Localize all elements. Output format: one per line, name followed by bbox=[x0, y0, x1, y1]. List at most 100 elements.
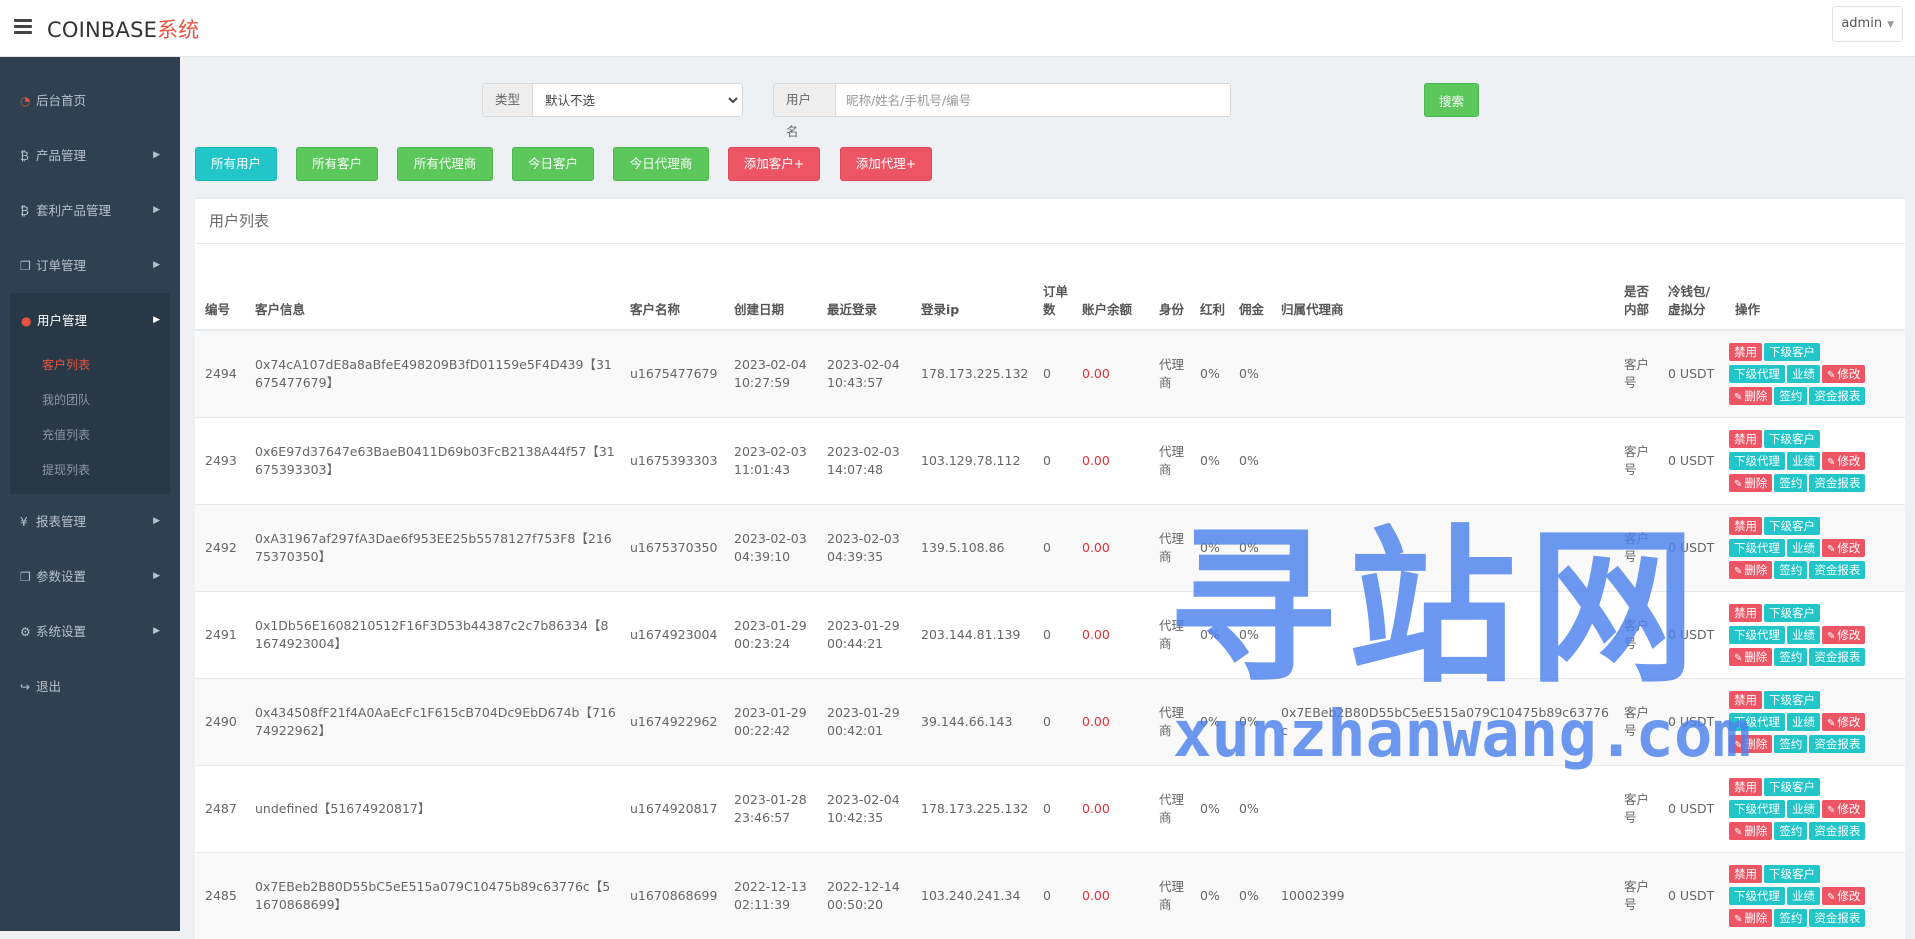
edit-button[interactable]: ✎ 修改 bbox=[1822, 364, 1866, 383]
sign-button[interactable]: 签约 bbox=[1774, 386, 1808, 405]
col-ip[interactable]: 登录ip bbox=[911, 244, 1033, 331]
cell-ip: 139.5.108.86 bbox=[911, 504, 1033, 592]
col-last-login[interactable]: 最近登录 bbox=[817, 244, 911, 331]
search-button[interactable]: 搜索 bbox=[1424, 83, 1479, 117]
sub-agent-button[interactable]: 下级代理 bbox=[1729, 799, 1785, 818]
sub-agent-button[interactable]: 下级代理 bbox=[1729, 712, 1785, 731]
fund-report-button[interactable]: 资金报表 bbox=[1809, 473, 1866, 492]
edit-button[interactable]: ✎ 修改 bbox=[1822, 625, 1866, 644]
sign-button[interactable]: 签约 bbox=[1774, 821, 1808, 840]
col-balance[interactable]: 账户余额 bbox=[1072, 244, 1149, 331]
cell-name: u1675477679 bbox=[620, 330, 724, 418]
col-name[interactable]: 客户名称 bbox=[620, 244, 724, 331]
delete-button[interactable]: ✎ 删除 bbox=[1729, 386, 1773, 405]
col-orders[interactable]: 订单数 bbox=[1033, 244, 1072, 331]
sign-button[interactable]: 签约 bbox=[1774, 734, 1808, 753]
edit-button[interactable]: ✎ 修改 bbox=[1822, 886, 1866, 905]
sub-customer-button[interactable]: 下级客户 bbox=[1764, 690, 1820, 709]
type-select[interactable]: 默认不选 bbox=[533, 84, 742, 116]
disable-button[interactable]: 禁用 bbox=[1729, 603, 1762, 622]
performance-button[interactable]: 业绩 bbox=[1787, 712, 1820, 731]
cell-name: u1670868699 bbox=[620, 852, 724, 939]
edit-button[interactable]: ✎ 修改 bbox=[1822, 712, 1866, 731]
add-agent-button[interactable]: 添加代理+ bbox=[840, 147, 932, 181]
sub-customer-button[interactable]: 下级客户 bbox=[1764, 777, 1820, 796]
performance-button[interactable]: 业绩 bbox=[1787, 625, 1820, 644]
col-internal[interactable]: 是否内部 bbox=[1614, 244, 1658, 331]
edit-button[interactable]: ✎ 修改 bbox=[1822, 538, 1866, 557]
sub-customer-button[interactable]: 下级客户 bbox=[1764, 516, 1820, 535]
all-agents-button[interactable]: 所有代理商 bbox=[397, 147, 493, 181]
fund-report-button[interactable]: 资金报表 bbox=[1809, 386, 1866, 405]
sidebar-item-reports[interactable]: ¥ 报表管理 ▶ bbox=[0, 494, 180, 549]
fund-report-button[interactable]: 资金报表 bbox=[1809, 908, 1866, 927]
user-dropdown[interactable]: admin ▼ bbox=[1832, 6, 1903, 42]
disable-button[interactable]: 禁用 bbox=[1729, 516, 1762, 535]
fund-report-button[interactable]: 资金报表 bbox=[1809, 821, 1866, 840]
cell-created: 2022-12-13 02:11:39 bbox=[724, 852, 817, 939]
sidebar-item-products[interactable]: ₿ 产品管理 ▶ bbox=[0, 128, 180, 183]
sub-customer-button[interactable]: 下级客户 bbox=[1764, 864, 1820, 883]
disable-button[interactable]: 禁用 bbox=[1729, 342, 1762, 361]
col-created[interactable]: 创建日期 bbox=[724, 244, 817, 331]
disable-button[interactable]: 禁用 bbox=[1729, 777, 1762, 796]
performance-button[interactable]: 业绩 bbox=[1787, 886, 1820, 905]
fund-report-button[interactable]: 资金报表 bbox=[1809, 647, 1866, 666]
sub-customer-button[interactable]: 下级客户 bbox=[1764, 342, 1820, 361]
fund-report-button[interactable]: 资金报表 bbox=[1809, 560, 1866, 579]
sidebar-subitem-customer-list[interactable]: 客户列表 bbox=[10, 348, 170, 383]
delete-button[interactable]: ✎ 删除 bbox=[1729, 560, 1773, 579]
sidebar-subitem-withdrawals[interactable]: 提现列表 bbox=[10, 453, 170, 488]
sub-customer-button[interactable]: 下级客户 bbox=[1764, 603, 1820, 622]
sidebar-item-dashboard[interactable]: ◔ 后台首页 bbox=[0, 73, 180, 128]
delete-button[interactable]: ✎ 删除 bbox=[1729, 473, 1773, 492]
sign-button[interactable]: 签约 bbox=[1774, 908, 1808, 927]
sign-button[interactable]: 签约 bbox=[1774, 647, 1808, 666]
username-search-input[interactable] bbox=[835, 84, 1230, 116]
delete-button[interactable]: ✎ 删除 bbox=[1729, 908, 1773, 927]
hamburger-icon[interactable] bbox=[14, 19, 32, 34]
sign-button[interactable]: 签约 bbox=[1774, 560, 1808, 579]
sidebar-item-users[interactable]: ● 用户管理 ▶ bbox=[10, 293, 170, 348]
sign-button[interactable]: 签约 bbox=[1774, 473, 1808, 492]
sidebar-subitem-deposits[interactable]: 充值列表 bbox=[10, 418, 170, 453]
sub-agent-button[interactable]: 下级代理 bbox=[1729, 538, 1785, 557]
col-cold-wallet[interactable]: 冷钱包/虚拟分 bbox=[1658, 244, 1725, 331]
sidebar-item-system[interactable]: ⚙ 系统设置 ▶ bbox=[0, 604, 180, 659]
today-customers-button[interactable]: 今日客户 bbox=[512, 147, 594, 181]
col-bonus[interactable]: 红利 bbox=[1190, 244, 1229, 331]
disable-button[interactable]: 禁用 bbox=[1729, 429, 1762, 448]
performance-button[interactable]: 业绩 bbox=[1787, 451, 1820, 470]
all-users-button[interactable]: 所有用户 bbox=[195, 147, 277, 181]
sidebar-item-orders[interactable]: ❐ 订单管理 ▶ bbox=[0, 238, 180, 293]
add-customer-button[interactable]: 添加客户+ bbox=[728, 147, 820, 181]
sub-agent-button[interactable]: 下级代理 bbox=[1729, 625, 1785, 644]
disable-button[interactable]: 禁用 bbox=[1729, 864, 1762, 883]
edit-button[interactable]: ✎ 修改 bbox=[1822, 451, 1866, 470]
col-agent[interactable]: 归属代理商 bbox=[1271, 244, 1614, 331]
performance-button[interactable]: 业绩 bbox=[1787, 799, 1820, 818]
col-id[interactable]: 编号 bbox=[195, 244, 245, 331]
col-identity[interactable]: 身份 bbox=[1149, 244, 1190, 331]
sidebar-subitem-my-team[interactable]: 我的团队 bbox=[10, 383, 170, 418]
performance-button[interactable]: 业绩 bbox=[1787, 538, 1820, 557]
all-customers-button[interactable]: 所有客户 bbox=[296, 147, 378, 181]
delete-button[interactable]: ✎ 删除 bbox=[1729, 821, 1773, 840]
col-commission[interactable]: 佣金 bbox=[1229, 244, 1271, 331]
sidebar-item-arbitrage[interactable]: ₿ 套利产品管理 ▶ bbox=[0, 183, 180, 238]
pencil-icon: ✎ bbox=[1734, 913, 1743, 925]
fund-report-button[interactable]: 资金报表 bbox=[1809, 734, 1866, 753]
disable-button[interactable]: 禁用 bbox=[1729, 690, 1762, 709]
sub-agent-button[interactable]: 下级代理 bbox=[1729, 364, 1785, 383]
delete-button[interactable]: ✎ 删除 bbox=[1729, 647, 1773, 666]
sub-agent-button[interactable]: 下级代理 bbox=[1729, 886, 1785, 905]
today-agents-button[interactable]: 今日代理商 bbox=[613, 147, 709, 181]
sidebar-item-params[interactable]: ❐ 参数设置 ▶ bbox=[0, 549, 180, 604]
sidebar-item-logout[interactable]: ↪ 退出 bbox=[0, 659, 180, 714]
delete-button[interactable]: ✎ 删除 bbox=[1729, 734, 1773, 753]
sub-agent-button[interactable]: 下级代理 bbox=[1729, 451, 1785, 470]
performance-button[interactable]: 业绩 bbox=[1787, 364, 1820, 383]
sub-customer-button[interactable]: 下级客户 bbox=[1764, 429, 1820, 448]
edit-button[interactable]: ✎ 修改 bbox=[1822, 799, 1866, 818]
col-info[interactable]: 客户信息 bbox=[245, 244, 620, 331]
